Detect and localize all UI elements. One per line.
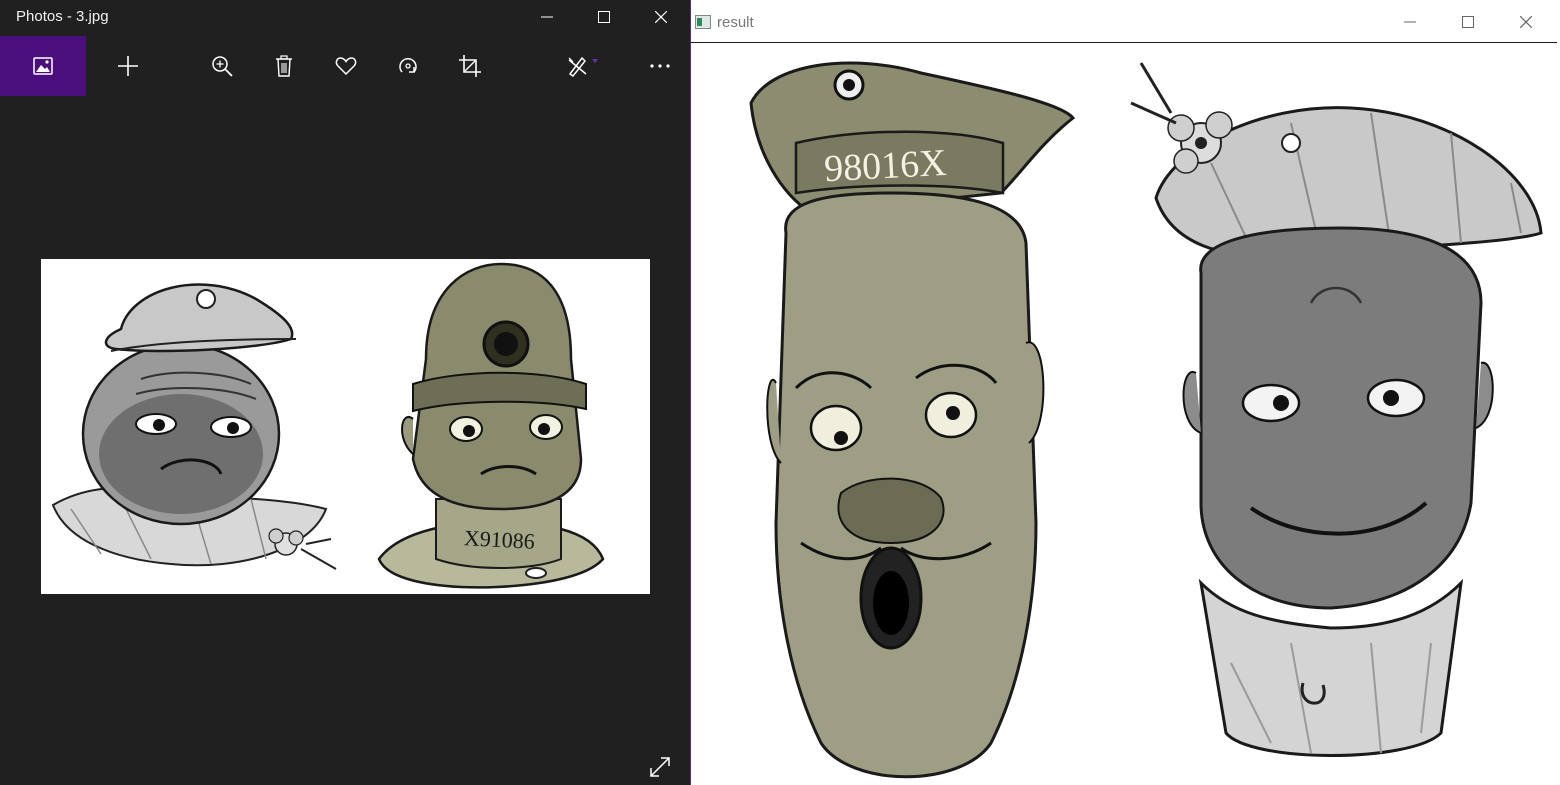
crop-icon	[459, 55, 481, 77]
close-icon	[655, 11, 667, 23]
photos-title-bar[interactable]: Photos - 3.jpg	[0, 0, 690, 34]
result-window: result 98016X	[691, 0, 1560, 785]
trash-icon	[276, 55, 292, 77]
close-button[interactable]	[633, 0, 689, 34]
minimize-icon	[1404, 21, 1416, 23]
result-image-canvas: 98016X	[691, 43, 1557, 785]
more-icon	[650, 64, 670, 68]
maximize-icon	[598, 11, 610, 23]
see-all-photos-button[interactable]	[0, 36, 86, 96]
favorite-button[interactable]	[326, 36, 366, 96]
photos-window: Photos - 3.jpg X91086	[0, 0, 691, 785]
photos-toolbar	[0, 36, 690, 96]
app-window-icon	[695, 15, 711, 29]
rotate-icon	[399, 57, 417, 73]
expand-icon	[650, 757, 670, 777]
result-minimize-button[interactable]	[1381, 2, 1439, 42]
result-right-head-illustration	[1130, 62, 1543, 757]
photo-viewer-image[interactable]: X91086	[41, 259, 650, 594]
result-close-button[interactable]	[1497, 2, 1555, 42]
result-left-head-illustration: 98016X	[749, 61, 1076, 779]
flower-illustration	[1130, 62, 1233, 174]
collar-number-text: X91086	[463, 525, 535, 554]
crop-button[interactable]	[450, 36, 490, 96]
rotate-button[interactable]	[388, 36, 428, 96]
left-head-illustration	[51, 283, 337, 570]
close-icon	[1520, 16, 1532, 28]
right-head-illustration: X91086	[377, 262, 605, 589]
delete-button[interactable]	[264, 36, 304, 96]
edit-create-icon	[568, 56, 598, 78]
minimize-button[interactable]	[519, 0, 575, 34]
cap-number-text: 98016X	[823, 142, 947, 190]
photos-window-title: Photos - 3.jpg	[16, 8, 109, 25]
minimize-icon	[541, 16, 553, 18]
full-screen-button[interactable]	[645, 752, 675, 782]
maximize-button[interactable]	[576, 0, 632, 34]
result-window-title: result	[717, 14, 754, 31]
zoom-in-icon	[212, 56, 233, 77]
heart-icon	[335, 57, 357, 76]
maximize-icon	[1462, 16, 1474, 28]
add-to-button[interactable]	[108, 36, 148, 96]
result-title-bar[interactable]: result	[691, 2, 1557, 43]
edit-create-button[interactable]	[558, 36, 614, 96]
more-button[interactable]	[640, 36, 680, 96]
plus-icon	[118, 56, 138, 76]
result-maximize-button[interactable]	[1439, 2, 1497, 42]
zoom-button[interactable]	[202, 36, 242, 96]
photo-icon	[33, 57, 53, 75]
